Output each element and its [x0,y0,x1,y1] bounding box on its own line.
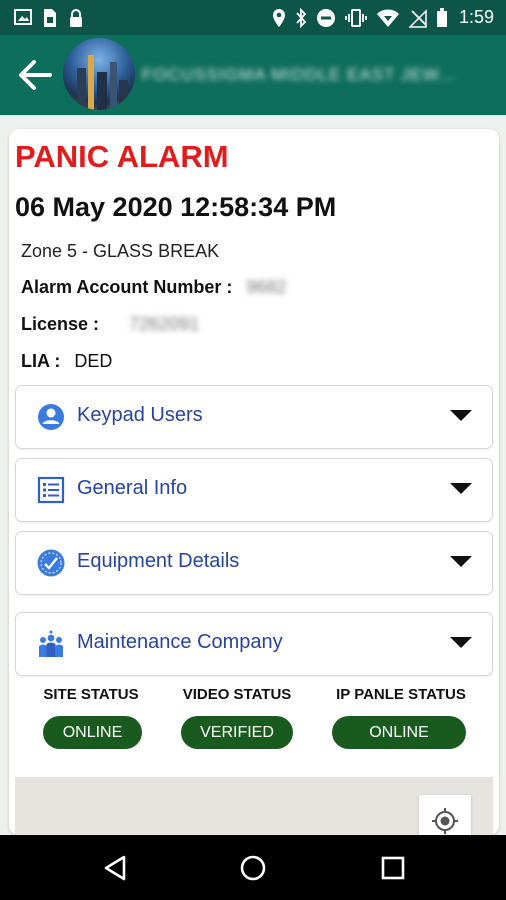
image-icon [14,9,32,25]
video-status-label: VIDEO STATUS [182,686,292,703]
alarm-datetime: 06 May 2020 12:58:34 PM [15,192,337,222]
status-right-icons: 1:59 [272,7,494,28]
recents-square-icon[interactable] [378,853,408,883]
chevron-down-icon[interactable] [450,483,472,494]
wifi-icon [376,9,399,27]
back-button[interactable] [14,55,56,95]
video-status-badge: VERIFIED [181,716,293,749]
site-status-badge: ONLINE [43,716,142,749]
list-icon [37,476,65,504]
lia-label: LIA : [21,351,61,371]
app-title: FOCUSSIGMA MIDDLE EAST JEW... [142,65,456,84]
site-status-label: SITE STATUS [43,686,139,703]
lia-row: LIA : DED [21,351,112,372]
ip-panel-status-badge: ONLINE [332,716,466,749]
section-label: Equipment Details [77,550,240,572]
no-signal-icon [408,8,427,28]
equipment-badge-icon [37,549,65,577]
app-bar: FOCUSSIGMA MIDDLE EAST JEW... [0,35,506,115]
do-not-disturb-icon [316,8,335,27]
chevron-down-icon[interactable] [450,556,472,567]
bluetooth-icon [296,7,307,28]
user-circle-icon [38,404,64,430]
system-nav-bar [0,835,506,900]
ip-panel-status-label: IP PANLE STATUS [336,686,466,703]
account-number-label: Alarm Account Number : [21,277,233,297]
alarm-card: PANIC ALARM 06 May 2020 12:58:34 PM Zone… [9,129,499,835]
lia-value: DED [74,351,113,371]
chevron-down-icon[interactable] [450,410,472,421]
section-label: Maintenance Company [77,631,283,653]
status-time: 1:59 [458,7,494,27]
license-row: License : 7262091 [21,314,199,335]
license-value: 7262091 [129,314,200,334]
status-left-icons [14,8,84,28]
license-label: License : [21,314,100,334]
map-view[interactable] [15,777,493,835]
section-general-info[interactable]: General Info [15,458,493,522]
sim-card-icon [44,9,56,27]
arrow-back-icon [19,60,52,90]
chevron-down-icon[interactable] [450,637,472,648]
section-equipment-details[interactable]: Equipment Details [15,531,493,595]
alarm-zone: Zone 5 - GLASS BREAK [21,241,220,261]
account-number-value: 9682 [246,277,287,297]
section-label: General Info [77,477,188,499]
team-icon [39,630,63,657]
avatar[interactable] [63,38,135,110]
my-location-button[interactable] [419,795,471,835]
location-icon [272,8,285,27]
lock-icon [70,9,82,27]
section-maintenance-company[interactable]: Maintenance Company [15,612,493,676]
back-triangle-icon[interactable] [100,853,130,883]
status-bar: 1:59 [0,0,506,35]
account-number-row: Alarm Account Number : 9682 [21,277,286,298]
battery-icon [436,7,447,27]
section-label: Keypad Users [77,404,203,426]
vibrate-icon [345,8,367,27]
my-location-icon [432,808,458,834]
section-keypad-users[interactable]: Keypad Users [15,385,493,449]
home-circle-icon[interactable] [238,853,268,883]
alarm-title: PANIC ALARM [15,139,229,174]
